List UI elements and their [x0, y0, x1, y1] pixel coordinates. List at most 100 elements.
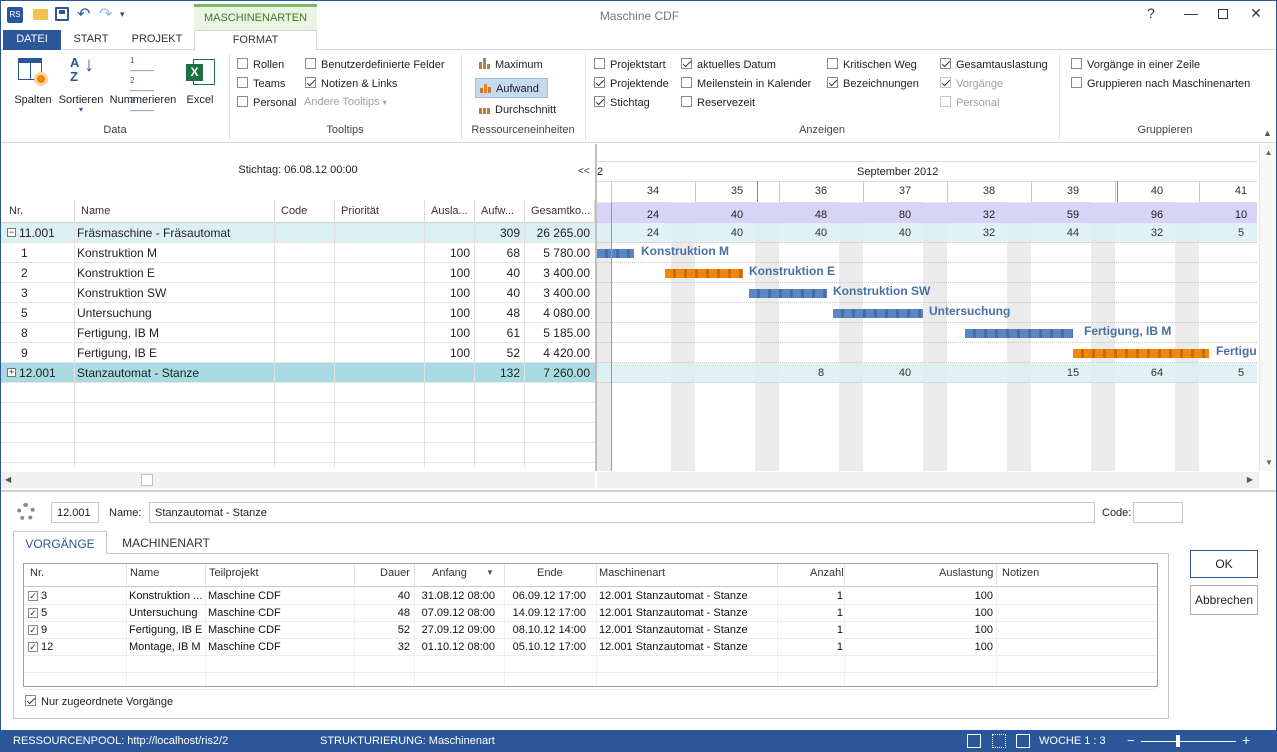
table-row[interactable]: ✓ 12 Montage, IB M Maschine CDF 32 01.10.12 0…: [24, 639, 1157, 656]
task-bar[interactable]: [749, 289, 827, 298]
tab-machinenart[interactable]: MACHINENART: [115, 531, 217, 554]
checkbox-rollen[interactable]: Rollen: [237, 58, 284, 71]
table-row[interactable]: ✓ 3 Konstruktion ... Maschine CDF 40 31.08.12…: [24, 588, 1157, 605]
expand-icon[interactable]: +: [7, 368, 16, 377]
column-header-maschinenart[interactable]: Maschinenart: [599, 567, 665, 579]
gantt-horizontal-scrollbar[interactable]: ▶: [597, 472, 1259, 488]
zoom-slider-thumb[interactable]: [1176, 735, 1180, 747]
task-bar[interactable]: [665, 269, 743, 278]
nummerieren-button[interactable]: 1 ——— 2 ——— 3 ——— Nummerieren: [107, 56, 179, 115]
sortieren-dropdown-icon[interactable]: ▾: [57, 106, 105, 114]
task-bar[interactable]: [833, 309, 923, 318]
column-header-auslastung[interactable]: Ausla...: [425, 200, 475, 222]
grid-horizontal-scrollbar[interactable]: ◀: [1, 472, 595, 488]
zoom-in-icon[interactable]: +: [1242, 732, 1250, 748]
scroll-thumb[interactable]: [141, 474, 153, 486]
column-header-ende[interactable]: Ende: [537, 567, 563, 579]
column-header-notizen[interactable]: Notizen: [1002, 567, 1039, 579]
checkbox-gruppieren-nach-maschinenarten[interactable]: Gruppieren nach Maschinenarten: [1071, 77, 1250, 90]
row-checkbox[interactable]: ✓: [28, 591, 38, 601]
spalten-button[interactable]: Spalten: [11, 56, 55, 106]
checkbox-reservezeit[interactable]: Reservezeit: [681, 96, 755, 109]
help-icon[interactable]: ?: [1136, 5, 1166, 25]
column-header-name[interactable]: Name: [75, 200, 275, 222]
scroll-left-button[interactable]: <<: [578, 166, 590, 177]
zoom-slider[interactable]: [1141, 741, 1236, 742]
maximize-icon[interactable]: [1208, 5, 1238, 25]
column-header-auslastung[interactable]: Auslastung: [939, 567, 993, 579]
column-header-teilprojekt[interactable]: Teilprojekt: [209, 567, 259, 579]
task-bar[interactable]: [597, 249, 634, 258]
tab-vorgaenge[interactable]: VORGÄNGE: [13, 531, 107, 554]
checkbox-teams[interactable]: Teams: [237, 77, 285, 90]
checkbox-stichtag[interactable]: Stichtag: [594, 96, 650, 109]
table-row[interactable]: ✓ 9 Fertigung, IB E Maschine CDF 52 27.09.12 …: [24, 622, 1157, 639]
group-row[interactable]: +12.001 Stanzautomat - Stanze 132 7 260.00: [1, 363, 595, 383]
ribbon-collapse-icon[interactable]: ▲: [1263, 128, 1272, 138]
durchschnitt-button[interactable]: Durchschnitt: [475, 100, 560, 120]
checkbox-vorgaenge[interactable]: Vorgänge: [940, 77, 1003, 90]
checkbox-aktuelles-datum[interactable]: aktuelles Datum: [681, 58, 776, 71]
checkbox-bezeichnungen[interactable]: Bezeichnungen: [827, 77, 919, 90]
row-checkbox[interactable]: ✓: [28, 642, 38, 652]
checkbox-gesamtauslastung[interactable]: Gesamtauslastung: [940, 58, 1048, 71]
scroll-left-icon[interactable]: ◀: [5, 475, 11, 484]
zoom-out-icon[interactable]: −: [1127, 733, 1135, 748]
vertical-scrollbar[interactable]: ▲ ▼: [1259, 144, 1276, 471]
checkbox-kritischen-weg[interactable]: Kritischen Weg: [827, 58, 917, 71]
table-row[interactable]: 8 Fertigung, IB M 100 61 5 185.00: [1, 323, 595, 343]
column-header-gesamtkosten[interactable]: Gesamtko...: [525, 200, 595, 222]
table-row[interactable]: 5 Untersuchung 100 48 4 080.00: [1, 303, 595, 323]
grid-view-icon[interactable]: [992, 734, 1006, 748]
row-checkbox[interactable]: ✓: [28, 608, 38, 618]
minimize-icon[interactable]: —: [1176, 5, 1206, 25]
sort-descending-icon[interactable]: ▼: [486, 568, 494, 577]
checkbox-nur-zugeordnete-vorgaenge[interactable]: Nur zugeordnete Vorgänge: [25, 695, 173, 708]
aufwand-button[interactable]: Aufwand: [475, 78, 548, 98]
excel-button[interactable]: X Excel: [181, 56, 219, 106]
close-icon[interactable]: ✕: [1241, 5, 1271, 25]
column-header-anfang[interactable]: Anfang: [432, 567, 467, 579]
layout-view-icon[interactable]: [967, 734, 981, 748]
table-row[interactable]: ✓ 5 Untersuchung Maschine CDF 48 07.09.12 08:…: [24, 605, 1157, 622]
checkbox-personal-anzeigen[interactable]: Personal: [940, 96, 999, 109]
task-bar[interactable]: [965, 329, 1073, 338]
checkbox-personal[interactable]: Personal: [237, 96, 296, 109]
table-row[interactable]: 9 Fertigung, IB E 100 52 4 420.00: [1, 343, 595, 363]
checkbox-vorgaenge-in-einer-zeile[interactable]: Vorgänge in einer Zeile: [1071, 58, 1200, 71]
abbrechen-button[interactable]: Abbrechen: [1190, 585, 1258, 615]
tab-format[interactable]: FORMAT: [194, 30, 317, 51]
tab-projekt[interactable]: PROJEKT: [125, 30, 189, 50]
sortieren-button[interactable]: A Z ↓ Sortieren ▾: [57, 55, 105, 114]
group-row[interactable]: −11.001 Fräsmaschine - Fräsautomat 309 26 2…: [1, 223, 595, 243]
collapse-icon[interactable]: −: [7, 228, 16, 237]
checkbox-meilenstein-in-kalender[interactable]: Meilenstein in Kalender: [681, 77, 811, 90]
code-input[interactable]: [1133, 502, 1183, 523]
table-row[interactable]: 1 Konstruktion M 100 68 5 780.00: [1, 243, 595, 263]
table-row[interactable]: 2 Konstruktion E 100 40 3 400.00: [1, 263, 595, 283]
column-header-nr[interactable]: Nr.: [30, 567, 44, 579]
scroll-up-icon[interactable]: ▲: [1260, 148, 1276, 157]
ok-button[interactable]: OK: [1190, 550, 1258, 578]
row-checkbox[interactable]: ✓: [28, 625, 38, 635]
andere-tooltips-dropdown[interactable]: Andere Tooltips ▾: [304, 96, 387, 108]
settings-gear-icon[interactable]: [17, 503, 35, 521]
column-header-dauer[interactable]: Dauer: [380, 567, 410, 579]
column-header-name[interactable]: Name: [130, 567, 159, 579]
name-input[interactable]: Stanzautomat - Stanze: [149, 502, 1095, 523]
column-header-anzahl[interactable]: Anzahl: [810, 567, 844, 579]
tab-start[interactable]: START: [67, 30, 115, 50]
tab-datei[interactable]: DATEI: [3, 30, 61, 50]
task-bar[interactable]: [1073, 349, 1209, 358]
table-row[interactable]: 3 Konstruktion SW 100 40 3 400.00: [1, 283, 595, 303]
column-header-prioritaet[interactable]: Priorität: [335, 200, 425, 222]
column-header-code[interactable]: Code: [275, 200, 335, 222]
checkbox-projektende[interactable]: Projektende: [594, 77, 669, 90]
checkbox-projektstart[interactable]: Projektstart: [594, 58, 666, 71]
gantt-view-icon[interactable]: [1016, 734, 1030, 748]
resource-number-field[interactable]: 12.001: [51, 502, 99, 523]
checkbox-benutzerdefinierte-felder[interactable]: Benutzerdefinierte Felder: [305, 58, 445, 71]
column-header-aufwand[interactable]: Aufw...: [475, 200, 525, 222]
checkbox-notizen-links[interactable]: Notizen & Links: [305, 77, 397, 90]
scroll-down-icon[interactable]: ▼: [1260, 458, 1276, 467]
